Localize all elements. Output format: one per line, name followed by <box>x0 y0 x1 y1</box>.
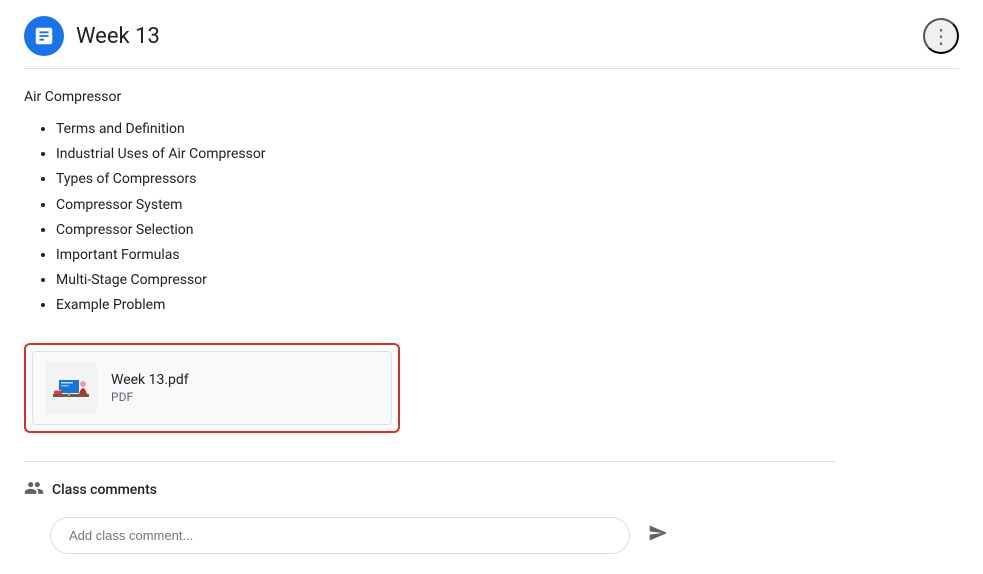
list-item: Industrial Uses of Air Compressor <box>56 142 836 167</box>
send-icon <box>648 523 668 548</box>
pdf-attachment[interactable]: Week 13.pdf PDF <box>32 351 392 425</box>
pdf-info: Week 13.pdf PDF <box>111 372 189 404</box>
list-item: Example Problem <box>56 293 836 318</box>
list-item: Compressor System <box>56 193 836 218</box>
pdf-thumbnail <box>45 362 97 414</box>
comment-input-row <box>50 517 836 554</box>
pdf-attachment-highlight: Week 13.pdf PDF <box>24 343 400 433</box>
list-item: Compressor Selection <box>56 218 836 243</box>
app-icon <box>24 16 64 56</box>
pdf-type: PDF <box>111 390 189 404</box>
list-item: Types of Compressors <box>56 167 836 192</box>
section-title: Air Compressor <box>24 89 836 105</box>
class-comments-header: Class comments <box>24 478 836 503</box>
class-comments-label: Class comments <box>52 482 157 498</box>
pdf-filename: Week 13.pdf <box>111 372 189 388</box>
list-item: Important Formulas <box>56 243 836 268</box>
comment-input[interactable] <box>50 517 630 554</box>
comments-divider <box>24 461 836 462</box>
send-comment-button[interactable] <box>640 517 676 553</box>
class-comments-section: Class comments <box>24 478 836 554</box>
list-item: Multi-Stage Compressor <box>56 268 836 293</box>
main-content: Air Compressor Terms and Definition Indu… <box>0 69 860 574</box>
page-title: Week 13 <box>76 24 160 49</box>
more-options-button[interactable]: ⋮ <box>923 18 959 54</box>
topic-list: Terms and Definition Industrial Uses of … <box>24 117 836 319</box>
list-item: Terms and Definition <box>56 117 836 142</box>
people-icon <box>24 478 44 503</box>
